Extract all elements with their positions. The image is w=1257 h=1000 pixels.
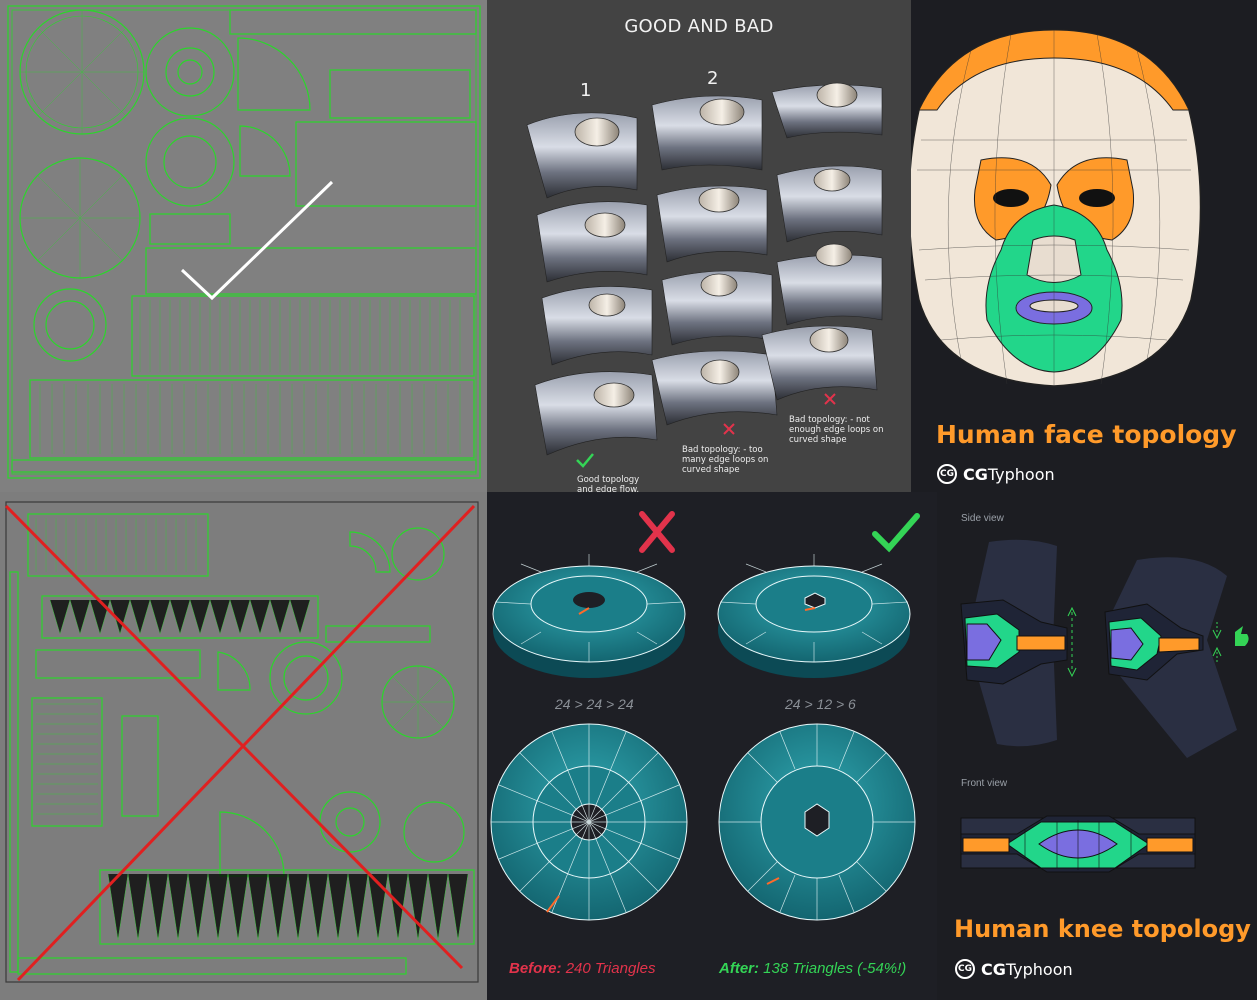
good-checkmark-icon [180, 180, 334, 301]
brand-name-rest: Typhoon [1005, 959, 1073, 979]
ring-topology-panel: 24 > 24 > 24 24 > 12 > 6 Before: 240 Tri… [487, 492, 937, 1000]
ratio-after: 24 > 12 > 6 [785, 696, 856, 712]
bad-ring-x-icon [639, 511, 675, 553]
good-ring-check-icon [872, 513, 920, 553]
human-knee-panel: Side view Front view Human knee topology… [937, 500, 1257, 1000]
bad-x-icon-2 [824, 393, 836, 405]
uv-layout-good-panel [0, 0, 487, 492]
brand-name-rest: Typhoon [987, 464, 1055, 484]
brand-name-bold: CG [981, 959, 1006, 979]
before-label: Before: [509, 960, 562, 977]
after-value: 138 Triangles (-54%!) [763, 960, 907, 977]
brand-name-bold: CG [963, 464, 988, 484]
note-bad-topology-too-many: Bad topology: - too many edge loops on c… [682, 445, 769, 475]
knee-topology-title: Human knee topology [954, 915, 1251, 943]
cgtyphoon-brand-knee: CG CGTyphoon [955, 959, 1073, 979]
after-triangle-count: After: 138 Triangles (-54%!) [719, 960, 906, 977]
after-label: After: [719, 960, 759, 977]
cgtyphoon-logo-icon: CG [937, 464, 957, 484]
before-value: 240 Triangles [565, 960, 656, 977]
cgtyphoon-logo-icon: CG [955, 959, 975, 979]
human-face-panel: Human face topology CG CGTyphoon [911, 0, 1257, 500]
uv-layout-good-drawing [7, 5, 481, 479]
thumbs-up-icon [1235, 626, 1249, 646]
side-view-label: Side view [961, 513, 1004, 524]
ratio-before: 24 > 24 > 24 [555, 696, 634, 712]
uv-layout-bad-panel [0, 492, 487, 1000]
ring-comparison-drawing [490, 511, 920, 921]
bad-x-icon-1 [723, 423, 735, 435]
face-topology-title: Human face topology [936, 420, 1237, 449]
cgtyphoon-brand: CG CGTyphoon [937, 464, 1055, 484]
before-triangle-count: Before: 240 Triangles [509, 960, 655, 977]
uv-layout-bad-drawing [4, 501, 479, 983]
good-and-bad-panel: GOOD AND BAD 1 2 Good topology and edge … [487, 0, 911, 492]
front-view-label: Front view [961, 778, 1008, 789]
good-check-icon [576, 453, 594, 468]
note-good-topology: Good topology and edge flow. [577, 475, 640, 492]
note-bad-topology-not-enough: Bad topology: - not enough edge loops on… [789, 415, 884, 445]
